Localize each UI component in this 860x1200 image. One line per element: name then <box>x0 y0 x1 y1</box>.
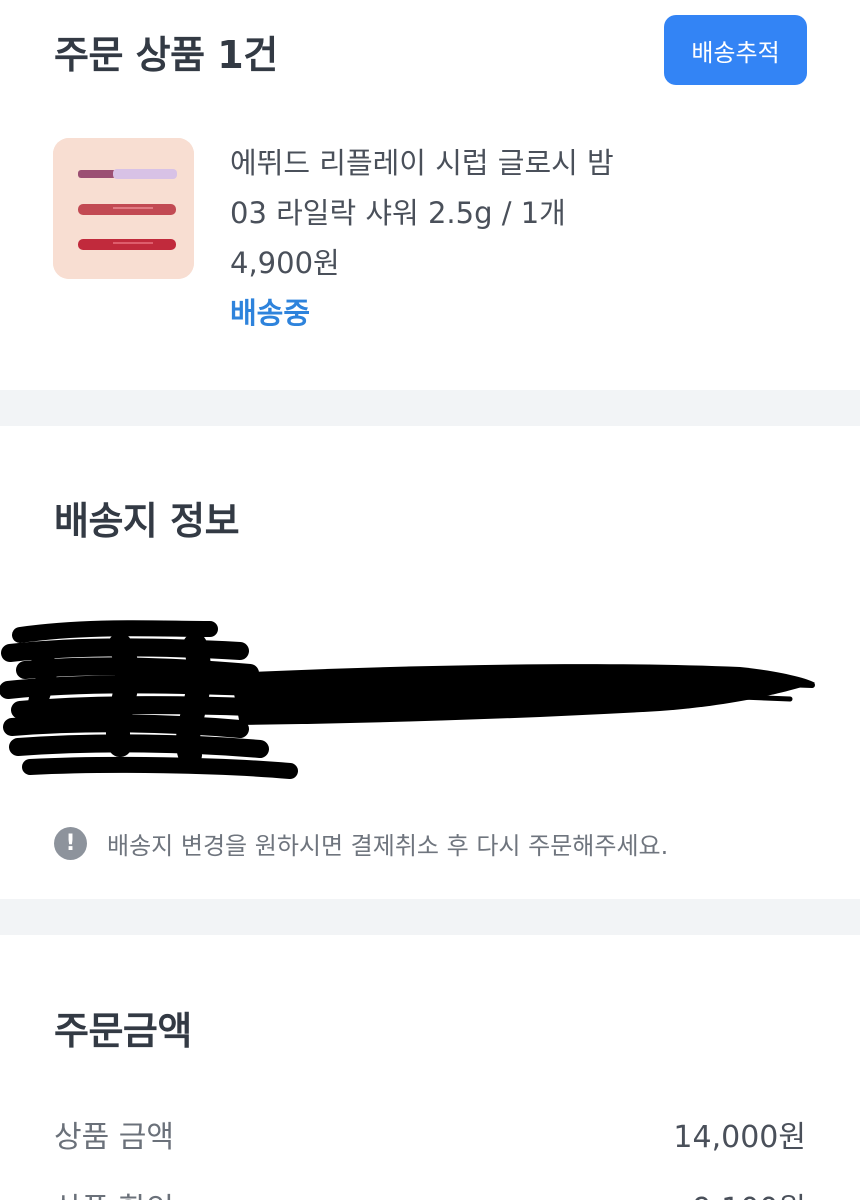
section-divider <box>0 390 860 426</box>
product-discount-row: 상품 할인 -9,100원 <box>54 1184 806 1200</box>
product-discount-label: 상품 할인 <box>54 1184 174 1200</box>
product-name[interactable]: 에뛰드 리플레이 시럽 글로시 밤 <box>230 138 614 188</box>
lip-pencil-image <box>53 138 194 279</box>
track-delivery-button[interactable]: 배송추적 <box>664 15 807 85</box>
product-thumbnail[interactable] <box>53 138 194 279</box>
product-price: 4,900원 <box>230 246 340 280</box>
order-product-section: 주문 상품 1건 배송추적 에뛰드 리플레이 시럽 글로시 밤 03 라일락 샤… <box>0 0 860 390</box>
product-amount-row: 상품 금액 14,000원 <box>54 1112 806 1156</box>
product-discount-value: -9,100원 <box>682 1184 806 1200</box>
redacted-address <box>0 620 815 779</box>
product-info: 에뛰드 리플레이 시럽 글로시 밤 03 라일락 샤워 2.5g / 1개 4,… <box>230 138 614 338</box>
exclamation-circle-icon: ! <box>54 827 87 860</box>
order-detail-page: 주문 상품 1건 배송추적 에뛰드 리플레이 시럽 글로시 밤 03 라일락 샤… <box>0 0 860 1200</box>
order-product-title: 주문 상품 1건 <box>54 33 278 77</box>
shipping-notice-text: 배송지 변경을 원하시면 결제취소 후 다시 주문해주세요. <box>107 832 669 860</box>
product-amount-value: 14,000원 <box>673 1120 806 1155</box>
shipping-title: 배송지 정보 <box>54 499 240 543</box>
product-amount-label: 상품 금액 <box>54 1120 174 1155</box>
product-option: 03 라일락 샤워 2.5g / 1개 <box>230 196 566 230</box>
shipping-notice: ! 배송지 변경을 원하시면 결제취소 후 다시 주문해주세요. <box>54 826 668 861</box>
section-divider <box>0 899 860 935</box>
order-amount-title: 주문금액 <box>54 1009 192 1053</box>
delivery-status: 배송중 <box>230 296 311 330</box>
